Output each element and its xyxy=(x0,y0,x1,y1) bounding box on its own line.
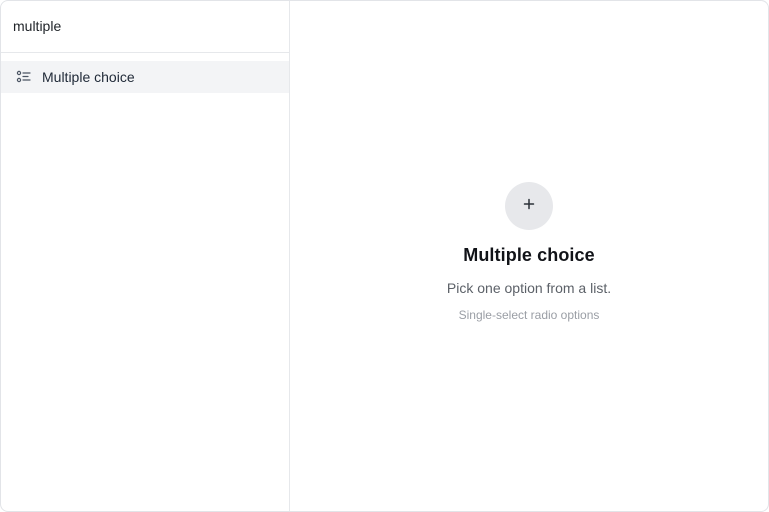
search-input[interactable] xyxy=(13,18,277,34)
preview-pane: Multiple choice Pick one option from a l… xyxy=(290,1,768,511)
block-list-pane: Multiple choice xyxy=(1,1,290,511)
preview-title: Multiple choice xyxy=(463,245,595,265)
list-icon xyxy=(16,69,32,85)
preview-hint: Single-select radio options xyxy=(458,308,600,322)
add-block-button[interactable] xyxy=(505,182,553,230)
block-preview: Multiple choice Pick one option from a l… xyxy=(290,182,768,322)
block-picker-dialog: Multiple choice Multiple choice Pick one… xyxy=(0,0,769,512)
plus-icon xyxy=(523,197,535,215)
search-bar xyxy=(1,1,289,53)
result-item-multiple-choice[interactable]: Multiple choice xyxy=(1,61,289,93)
results-list: Multiple choice xyxy=(1,53,289,93)
preview-description: Pick one option from a list. xyxy=(446,280,612,296)
result-label: Multiple choice xyxy=(42,69,135,85)
